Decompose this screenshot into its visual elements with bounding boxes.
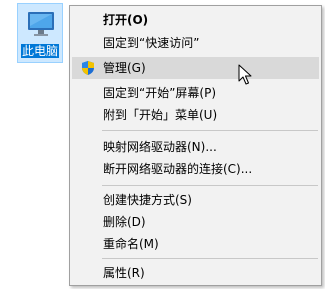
- menu-item-disconnect-network-drive[interactable]: 断开网络驱动器的连接(C)...: [72, 158, 319, 180]
- menu-item-open[interactable]: 打开(O): [72, 9, 319, 31]
- menu-item-label: 删除(D): [103, 215, 146, 229]
- menu-item-pin-start[interactable]: 固定到“开始”屏幕(P): [72, 82, 319, 104]
- menu-item-manage[interactable]: 管理(G): [72, 57, 319, 79]
- menu-item-label: 映射网络驱动器(N)...: [103, 140, 217, 154]
- menu-separator: [102, 130, 318, 131]
- mouse-cursor-icon: [238, 64, 252, 85]
- menu-separator: [102, 258, 318, 259]
- menu-item-pin-start-menu[interactable]: 附到「开始」菜单(U): [72, 104, 319, 126]
- desktop: 此电脑 打开(O) 固定到“快速访问” 管理(G) 固定到“开始”屏幕(P) 附…: [0, 0, 325, 289]
- menu-item-label: 附到「开始」菜单(U): [103, 108, 218, 122]
- context-menu: 打开(O) 固定到“快速访问” 管理(G) 固定到“开始”屏幕(P) 附到「开始…: [69, 5, 322, 286]
- menu-item-properties[interactable]: 属性(R): [72, 262, 319, 284]
- menu-item-label: 管理(G): [103, 61, 146, 75]
- menu-item-pin-quick-access[interactable]: 固定到“快速访问”: [72, 32, 319, 54]
- this-pc-label: 此电脑: [20, 44, 59, 58]
- menu-item-rename[interactable]: 重命名(M): [72, 233, 319, 255]
- menu-item-delete[interactable]: 删除(D): [72, 211, 319, 233]
- menu-item-label: 断开网络驱动器的连接(C)...: [103, 162, 253, 176]
- menu-separator: [102, 185, 318, 186]
- menu-item-label: 固定到“快速访问”: [103, 36, 200, 50]
- menu-item-label: 重命名(M): [103, 237, 159, 251]
- menu-item-label: 固定到“开始”屏幕(P): [103, 86, 217, 100]
- this-pc-desktop-icon[interactable]: 此电脑: [17, 3, 63, 63]
- menu-item-label: 打开(O): [103, 13, 149, 27]
- computer-icon: [28, 12, 54, 36]
- menu-item-label: 创建快捷方式(S): [103, 193, 192, 207]
- menu-item-label: 属性(R): [103, 266, 145, 280]
- menu-item-map-network-drive[interactable]: 映射网络驱动器(N)...: [72, 136, 319, 158]
- uac-shield-icon: [82, 61, 94, 75]
- menu-item-create-shortcut[interactable]: 创建快捷方式(S): [72, 189, 319, 211]
